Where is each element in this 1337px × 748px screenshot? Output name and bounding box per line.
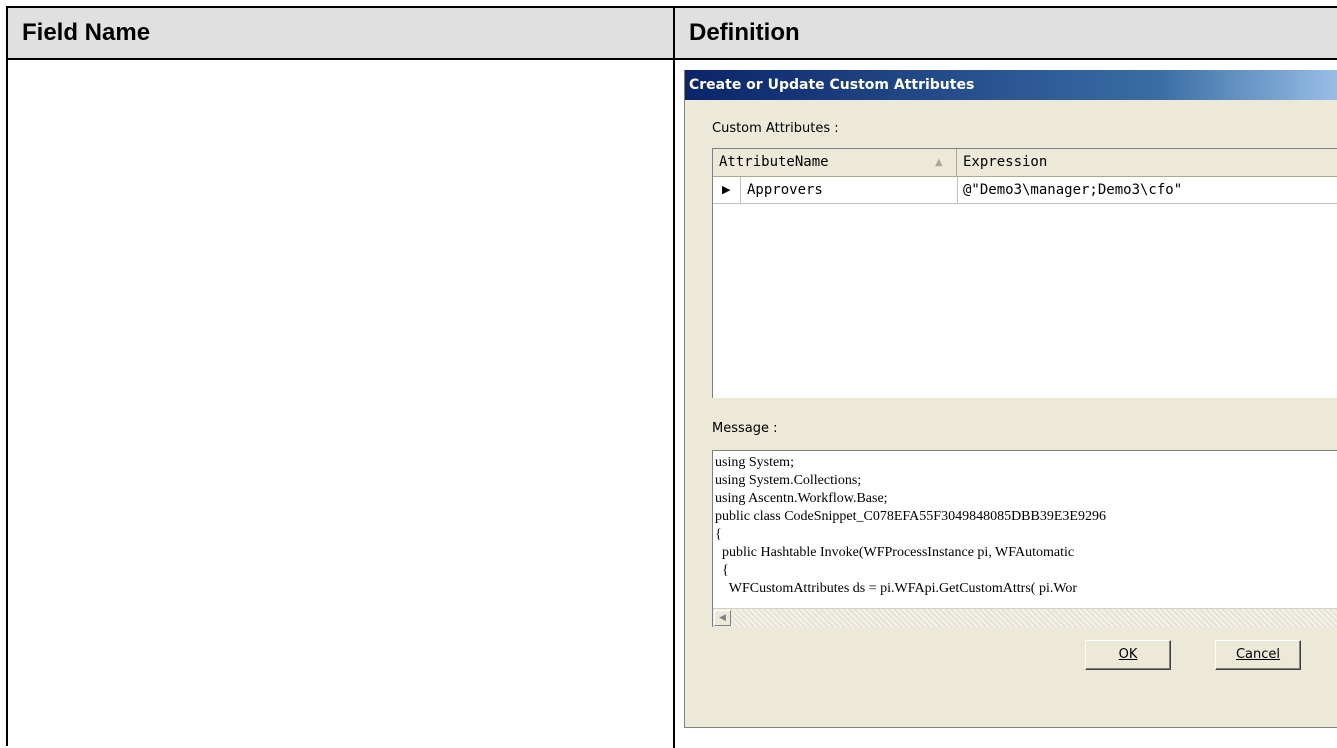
column-divider	[673, 8, 675, 748]
scroll-left-icon: ◀	[714, 610, 731, 626]
row-attribute-name: Approvers	[747, 182, 823, 198]
custom-attributes-label: Custom Attributes :	[712, 121, 839, 136]
row-indicator-icon: ▶	[713, 177, 741, 203]
row-separator	[957, 177, 958, 203]
message-code: using System; using System.Collections; …	[715, 455, 1106, 596]
column-header-expression: Expression	[963, 154, 1048, 170]
dialog-title: Create or Update Custom Attributes	[685, 70, 1337, 100]
column-header-attribute-name: AttributeName	[713, 149, 957, 177]
row-expression: @"Demo3\manager;Demo3\cfo"	[963, 182, 1183, 198]
table-row: ▶ Approvers @"Demo3\manager;Demo3\cfo"	[713, 177, 1337, 204]
header-definition: Definition	[689, 19, 800, 46]
cancel-button: Cancel	[1215, 640, 1301, 670]
horizontal-scrollbar: ◀	[713, 608, 1337, 627]
header-field-name: Field Name	[22, 19, 151, 46]
grid-header: AttributeName ▲ Expression	[713, 149, 1337, 177]
ok-button: OK	[1085, 640, 1171, 670]
sort-ascending-icon: ▲	[935, 157, 943, 168]
custom-attributes-dialog-screenshot: Create or Update Custom Attributes Custo…	[684, 70, 1337, 728]
message-textbox: using System; using System.Collections; …	[712, 450, 1337, 627]
message-label: Message :	[712, 421, 778, 436]
field-name-cell	[8, 60, 673, 748]
attributes-grid: AttributeName ▲ Expression ▶ Approvers @…	[712, 148, 1337, 398]
